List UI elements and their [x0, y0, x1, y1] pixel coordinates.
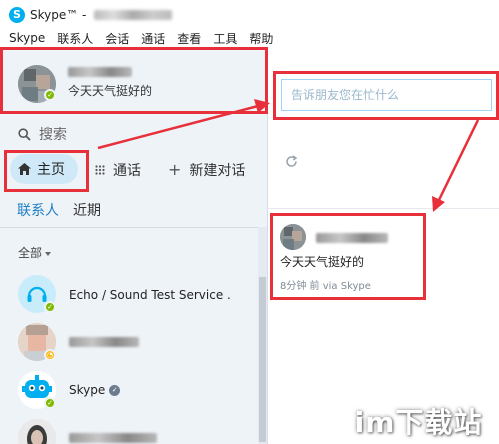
search-row[interactable]: 搜索	[18, 124, 67, 144]
contact-avatar-4[interactable]	[18, 419, 56, 444]
feed-avatar[interactable]	[280, 224, 306, 250]
calls-button[interactable]: 通话	[95, 160, 141, 180]
plus-icon: +	[168, 160, 182, 179]
feed-timestamp: 8分钟 前 via Skype	[280, 281, 371, 292]
sidebar: ✓ 今天天气挺好的 搜索 主页 通话 + 新建对话 联系人 近期 全部 ✓ Ec…	[0, 47, 268, 444]
blurred-username	[94, 9, 173, 20]
tab-contacts[interactable]: 联系人	[17, 200, 59, 220]
home-button[interactable]: 主页	[10, 154, 78, 184]
menu-view[interactable]: 查看	[177, 30, 201, 47]
contact-status-away-icon: ◔	[44, 349, 56, 361]
contact-list-scrollbar[interactable]	[258, 227, 267, 444]
new-chat-button[interactable]: + 新建对话	[168, 160, 245, 180]
filter-label: 全部	[18, 246, 43, 260]
menu-contacts[interactable]: 联系人	[57, 30, 93, 47]
menu-help[interactable]: 帮助	[249, 30, 273, 47]
feed-name-blurred	[316, 233, 388, 243]
window-title: Skype™ -	[30, 7, 87, 22]
scrollbar-thumb[interactable]	[259, 277, 266, 442]
dialpad-icon	[95, 165, 105, 175]
contact-name-echo[interactable]: Echo / Sound Test Service .	[69, 288, 231, 302]
new-chat-label: 新建对话	[189, 163, 246, 179]
verified-badge-icon: ✓	[109, 385, 121, 396]
home-label: 主页	[37, 162, 65, 178]
contact-name-4-blurred	[69, 433, 157, 443]
watermark-logo: im下载站	[354, 406, 483, 439]
menu-bar: Skype 联系人 会话 通话 查看 工具 帮助	[0, 29, 499, 47]
contact-name-2-blurred	[69, 337, 139, 347]
tab-recent[interactable]: 近期	[73, 200, 101, 220]
menu-call[interactable]: 通话	[141, 30, 165, 47]
home-icon	[18, 163, 31, 175]
title-bar: S Skype™ -	[0, 0, 499, 29]
sidebar-divider	[0, 227, 268, 228]
contact-tabs: 联系人 近期	[17, 200, 101, 220]
contact-filter-dropdown[interactable]: 全部	[18, 244, 52, 261]
contact-status-online-icon: ✓	[44, 301, 56, 313]
contact-name-skype[interactable]: Skype ✓	[69, 383, 121, 397]
skype-logo-icon: S	[9, 6, 25, 23]
chevron-down-icon	[45, 251, 52, 256]
refresh-icon[interactable]	[285, 155, 298, 168]
feed-mood-message: 今天天气挺好的	[280, 255, 365, 269]
search-label: 搜索	[39, 127, 67, 143]
menu-conversations[interactable]: 会话	[105, 30, 129, 47]
menu-skype[interactable]: Skype	[9, 31, 45, 45]
home-pane: 今天天气挺好的 8分钟 前 via Skype	[268, 47, 499, 444]
contact-status-online-icon: ✓	[44, 397, 56, 409]
contact-skype-label: Skype	[69, 383, 106, 397]
calls-label: 通话	[113, 163, 141, 179]
profile-mood-message[interactable]: 今天天气挺好的	[68, 82, 152, 99]
search-icon	[18, 127, 31, 141]
menu-tools[interactable]: 工具	[213, 30, 237, 47]
nav-row: 主页 通话 + 新建对话	[0, 154, 268, 188]
status-message-input[interactable]	[281, 79, 492, 111]
profile-name-blurred	[68, 67, 132, 77]
profile-status-icon: ✓	[44, 89, 56, 101]
feed-divider	[268, 208, 499, 209]
